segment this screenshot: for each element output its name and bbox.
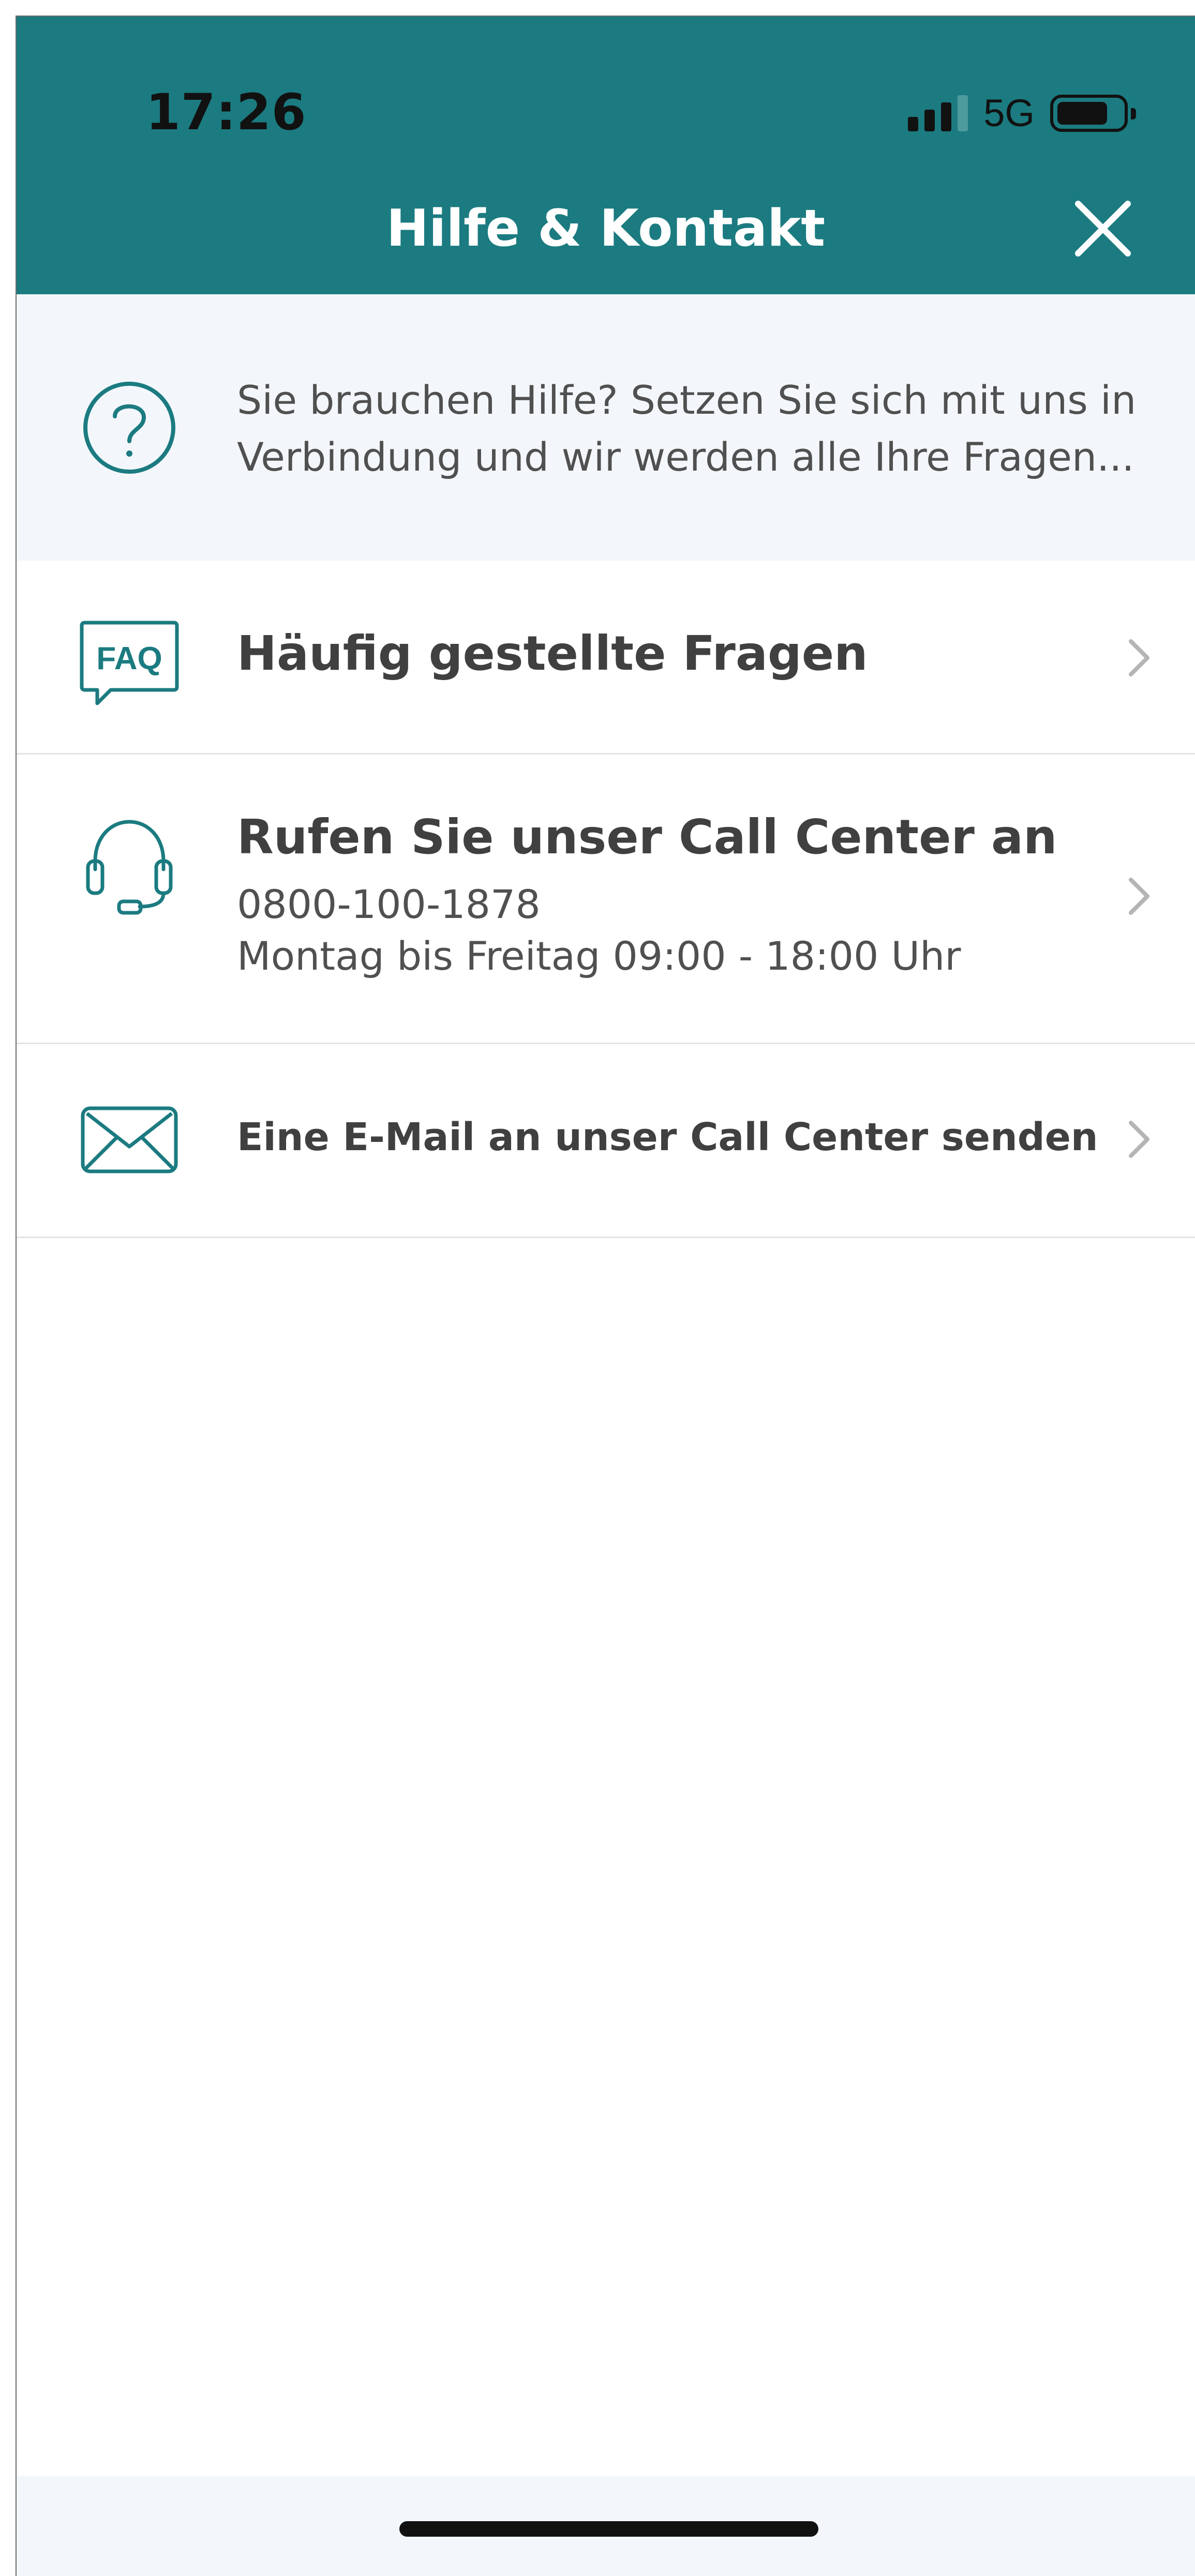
list-item-faq[interactable]: FAQ Häufig gestellte Fragen (17, 561, 1195, 755)
screenshot-border-left (16, 16, 17, 2576)
header-bar: 17:26 5G Hilfe & Kontakt (17, 17, 1195, 294)
home-indicator-area (17, 2476, 1195, 2576)
page-title: Hilfe & Kontakt (386, 199, 826, 258)
status-bar-right: 5G (908, 85, 1136, 142)
chevron-right-icon (1129, 1121, 1149, 1158)
status-time: 17:26 (146, 83, 307, 141)
call-center-title: Rufen Sie unser Call Center an (237, 809, 1057, 865)
help-info-text: Sie brauchen Hilfe? Setzen Sie sich mit … (237, 372, 1184, 486)
chevron-right-icon (1129, 878, 1149, 915)
headset-icon (86, 820, 173, 915)
app-screen: 17:26 5G Hilfe & Kontakt Sie brauchen Hi… (17, 17, 1195, 2576)
list-item-email[interactable]: Eine E-Mail an unser Call Center senden (17, 1044, 1195, 1238)
home-indicator[interactable] (399, 2521, 818, 2537)
screenshot-border-top (16, 16, 1195, 17)
question-circle-icon (83, 382, 175, 474)
close-button[interactable] (1067, 192, 1139, 265)
faq-icon: FAQ (80, 621, 179, 705)
mail-icon (81, 1106, 178, 1173)
call-center-hours: Montag bis Freitag 09:00 - 18:00 Uhr (237, 933, 961, 979)
email-title: Eine E-Mail an unser Call Center senden (237, 1115, 1098, 1159)
battery-icon (1050, 95, 1136, 132)
close-icon (1075, 201, 1131, 257)
faq-icon-label: FAQ (96, 641, 162, 676)
signal-icon (908, 95, 968, 131)
faq-title: Häufig gestellte Fragen (237, 626, 868, 681)
help-info-banner: Sie brauchen Hilfe? Setzen Sie sich mit … (17, 294, 1195, 561)
help-info-line-2: Verbindung und wir werden alle Ihre Frag… (237, 434, 1134, 480)
help-info-line-1: Sie brauchen Hilfe? Setzen Sie sich mit … (237, 377, 1137, 423)
list-item-call-center[interactable]: Rufen Sie unser Call Center an 0800-100-… (17, 755, 1195, 1044)
network-type: 5G (983, 92, 1035, 134)
call-center-phone[interactable]: 0800-100-1878 (237, 879, 541, 930)
chevron-right-icon (1129, 639, 1149, 676)
